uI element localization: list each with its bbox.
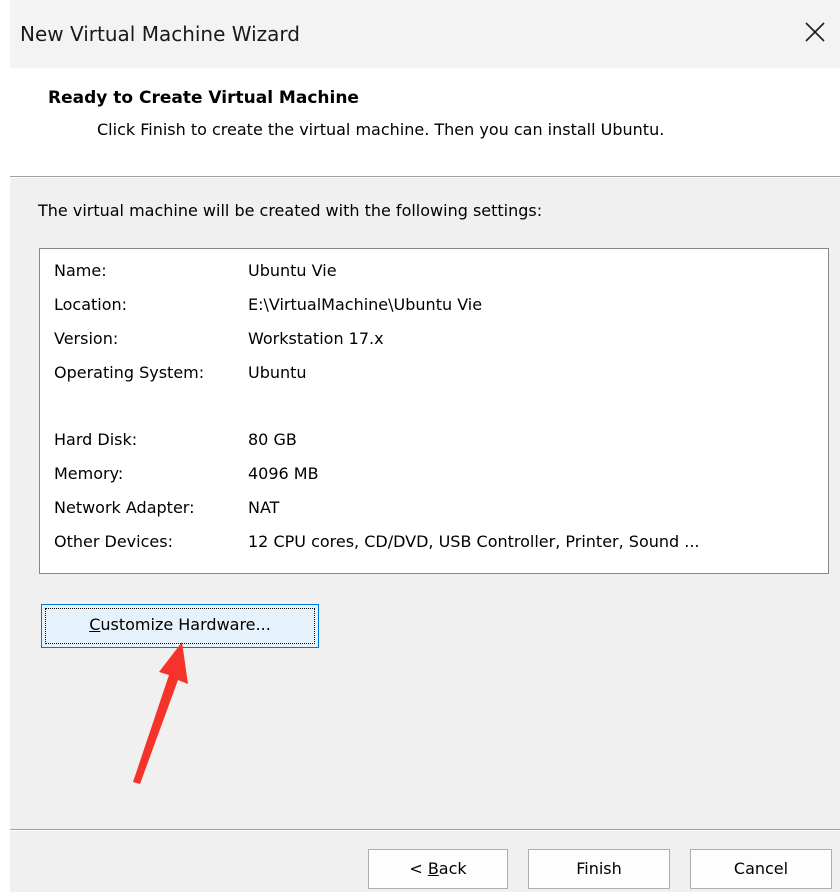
button-prefix: < <box>409 859 428 878</box>
button-label: Finish <box>576 859 622 878</box>
title-bar: New Virtual Machine Wizard <box>10 0 840 68</box>
setting-value: 80 GB <box>248 430 297 449</box>
wizard-header: Ready to Create Virtual Machine Click Fi… <box>10 68 840 176</box>
setting-label: Version: <box>54 329 119 348</box>
button-label: Cancel <box>733 859 789 878</box>
button-label: ustomize Hardware... <box>100 615 271 634</box>
window-title: New Virtual Machine Wizard <box>20 22 300 46</box>
mnemonic-letter: C <box>89 615 101 634</box>
header-divider <box>10 176 840 178</box>
finish-button[interactable]: Finish <box>528 849 670 889</box>
settings-intro: The virtual machine will be created with… <box>38 201 543 220</box>
mnemonic-letter: B <box>427 859 439 878</box>
page-subtitle: Click Finish to create the virtual machi… <box>97 120 665 139</box>
back-button[interactable]: < Back <box>368 849 508 889</box>
close-icon <box>805 22 825 42</box>
setting-value: NAT <box>248 498 280 517</box>
cancel-button[interactable]: Cancel <box>690 849 832 889</box>
wizard-window: New Virtual Machine Wizard Ready to Crea… <box>10 0 840 892</box>
setting-label: Other Devices: <box>54 532 173 551</box>
close-button[interactable] <box>792 10 840 54</box>
setting-value: E:\VirtualMachine\Ubuntu Vie <box>248 295 483 314</box>
setting-value: 4096 MB <box>248 464 319 483</box>
page-title: Ready to Create Virtual Machine <box>48 88 359 108</box>
setting-value: Ubuntu <box>248 363 307 382</box>
setting-label: Hard Disk: <box>54 430 138 449</box>
annotation-arrow-icon <box>133 642 188 784</box>
button-label: ack <box>438 859 467 878</box>
setting-label: Memory: <box>54 464 124 483</box>
setting-label: Name: <box>54 261 107 280</box>
footer-divider <box>10 829 840 831</box>
setting-label: Operating System: <box>54 363 205 382</box>
settings-summary-box[interactable]: Name: Ubuntu Vie Location: E:\VirtualMac… <box>39 248 829 574</box>
setting-label: Location: <box>54 295 128 314</box>
setting-value: 12 CPU cores, CD/DVD, USB Controller, Pr… <box>248 532 700 551</box>
setting-value: Workstation 17.x <box>248 329 384 348</box>
setting-label: Network Adapter: <box>54 498 195 517</box>
setting-value: Ubuntu Vie <box>248 261 337 280</box>
